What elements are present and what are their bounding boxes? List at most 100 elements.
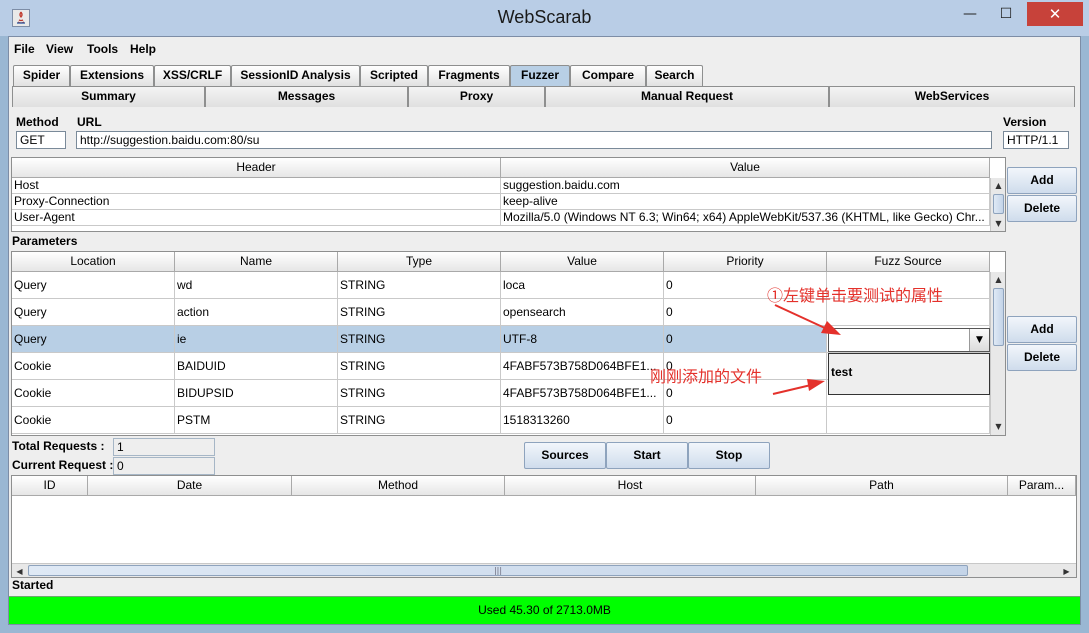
type-cell[interactable]: STRING <box>338 299 501 326</box>
column-value[interactable]: Value <box>501 252 664 272</box>
start-button[interactable]: Start <box>606 442 688 469</box>
priority-cell[interactable]: 0 <box>664 407 827 434</box>
value-cell[interactable]: loca <box>501 272 664 299</box>
column-date[interactable]: Date <box>88 476 292 496</box>
menu-file[interactable]: File <box>14 42 35 56</box>
menu-view[interactable]: View <box>46 42 73 56</box>
type-cell[interactable]: STRING <box>338 380 501 407</box>
priority-cell[interactable]: 0 <box>664 326 827 353</box>
table-row[interactable]: Proxy-Connection keep-alive <box>12 194 990 210</box>
current-request-label: Current Request : <box>12 458 114 472</box>
scroll-right-icon[interactable]: ▶ <box>1059 564 1074 577</box>
header-name-cell[interactable]: User-Agent <box>12 210 501 226</box>
name-cell[interactable]: action <box>175 299 338 326</box>
location-cell[interactable]: Query <box>12 299 175 326</box>
parameters-scrollbar[interactable]: ▲ ▼ <box>990 272 1005 435</box>
url-field[interactable]: http://suggestion.baidu.com:80/su <box>76 131 992 149</box>
parameter-delete-button[interactable]: Delete <box>1007 344 1077 371</box>
name-cell[interactable]: wd <box>175 272 338 299</box>
location-cell[interactable]: Cookie <box>12 407 175 434</box>
title-bar[interactable]: WebScarab — ☐ ✕ <box>0 0 1089 36</box>
name-cell[interactable]: BAIDUID <box>175 353 338 380</box>
parameters-label: Parameters <box>12 234 78 248</box>
column-fuzz-source[interactable]: Fuzz Source <box>827 252 990 272</box>
name-cell[interactable]: ie <box>175 326 338 353</box>
headers-scrollbar[interactable]: ▲ ▼ <box>990 178 1005 231</box>
type-cell[interactable]: STRING <box>338 326 501 353</box>
scroll-thumb[interactable]: ||| <box>28 565 968 576</box>
table-row[interactable]: User-Agent Mozilla/5.0 (Windows NT 6.3; … <box>12 210 990 226</box>
version-field[interactable]: HTTP/1.1 <box>1003 131 1069 149</box>
tab-messages[interactable]: Messages <box>205 86 408 107</box>
tab-fuzzer[interactable]: Fuzzer <box>510 65 570 86</box>
column-id[interactable]: ID <box>12 476 88 496</box>
type-cell[interactable]: STRING <box>338 272 501 299</box>
tab-fragments[interactable]: Fragments <box>428 65 510 86</box>
column-path[interactable]: Path <box>756 476 1008 496</box>
menu-help[interactable]: Help <box>130 42 156 56</box>
scroll-down-icon[interactable]: ▼ <box>991 419 1005 434</box>
scroll-up-icon[interactable]: ▲ <box>991 272 1005 287</box>
header-value-cell[interactable]: Mozilla/5.0 (Windows NT 6.3; Win64; x64)… <box>501 210 990 226</box>
value-cell[interactable]: 4FABF573B758D064BFE1... <box>501 353 664 380</box>
location-cell[interactable]: Query <box>12 272 175 299</box>
value-cell[interactable]: 1518313260 <box>501 407 664 434</box>
location-cell[interactable]: Cookie <box>12 380 175 407</box>
scroll-down-icon[interactable]: ▼ <box>991 216 1005 231</box>
scroll-thumb[interactable] <box>993 194 1004 214</box>
sources-button[interactable]: Sources <box>524 442 606 469</box>
column-priority[interactable]: Priority <box>664 252 827 272</box>
type-cell[interactable]: STRING <box>338 407 501 434</box>
scroll-left-icon[interactable]: ◀ <box>12 564 27 577</box>
fuzz-source-cell[interactable] <box>827 407 990 434</box>
tab-summary[interactable]: Summary <box>12 86 205 107</box>
value-cell[interactable]: UTF-8 <box>501 326 664 353</box>
location-cell[interactable]: Cookie <box>12 353 175 380</box>
fuzz-source-combo[interactable]: ▼ <box>828 328 990 352</box>
column-header[interactable]: Header <box>12 158 501 178</box>
tab-spider[interactable]: Spider <box>13 65 70 86</box>
tab-xss-crlf[interactable]: XSS/CRLF <box>154 65 231 86</box>
column-name[interactable]: Name <box>175 252 338 272</box>
header-delete-button[interactable]: Delete <box>1007 195 1077 222</box>
name-cell[interactable]: PSTM <box>175 407 338 434</box>
tab-proxy[interactable]: Proxy <box>408 86 545 107</box>
maximize-button[interactable]: ☐ <box>994 2 1018 26</box>
header-add-button[interactable]: Add <box>1007 167 1077 194</box>
header-name-cell[interactable]: Host <box>12 178 501 194</box>
menu-tools[interactable]: Tools <box>87 42 118 56</box>
column-params[interactable]: Param... <box>1008 476 1076 496</box>
minimize-button[interactable]: — <box>958 2 982 26</box>
tab-scripted[interactable]: Scripted <box>360 65 428 86</box>
location-cell[interactable]: Query <box>12 326 175 353</box>
tab-extensions[interactable]: Extensions <box>70 65 154 86</box>
tab-sessionid-analysis[interactable]: SessionID Analysis <box>231 65 360 86</box>
tab-webservices[interactable]: WebServices <box>829 86 1075 107</box>
tab-search[interactable]: Search <box>646 65 703 86</box>
column-host[interactable]: Host <box>505 476 756 496</box>
value-cell[interactable]: 4FABF573B758D064BFE1... <box>501 380 664 407</box>
tab-compare[interactable]: Compare <box>570 65 646 86</box>
name-cell[interactable]: BIDUPSID <box>175 380 338 407</box>
method-field[interactable]: GET <box>16 131 66 149</box>
scroll-thumb[interactable] <box>993 288 1004 346</box>
stop-button[interactable]: Stop <box>688 442 770 469</box>
chevron-down-icon[interactable]: ▼ <box>969 329 989 351</box>
results-horizontal-scrollbar[interactable]: ◀ ||| ▶ <box>12 563 1076 577</box>
header-value-cell[interactable]: keep-alive <box>501 194 990 210</box>
column-location[interactable]: Location <box>12 252 175 272</box>
scroll-up-icon[interactable]: ▲ <box>991 178 1005 193</box>
column-method[interactable]: Method <box>292 476 505 496</box>
tab-manual-request[interactable]: Manual Request <box>545 86 829 107</box>
dropdown-option-test[interactable]: test <box>831 365 852 379</box>
table-row[interactable]: Cookie PSTM STRING 1518313260 0 <box>12 407 990 434</box>
parameter-add-button[interactable]: Add <box>1007 316 1077 343</box>
value-cell[interactable]: opensearch <box>501 299 664 326</box>
column-type[interactable]: Type <box>338 252 501 272</box>
header-name-cell[interactable]: Proxy-Connection <box>12 194 501 210</box>
type-cell[interactable]: STRING <box>338 353 501 380</box>
table-row[interactable]: Host suggestion.baidu.com <box>12 178 990 194</box>
column-value[interactable]: Value <box>501 158 990 178</box>
close-button[interactable]: ✕ <box>1027 2 1083 26</box>
header-value-cell[interactable]: suggestion.baidu.com <box>501 178 990 194</box>
